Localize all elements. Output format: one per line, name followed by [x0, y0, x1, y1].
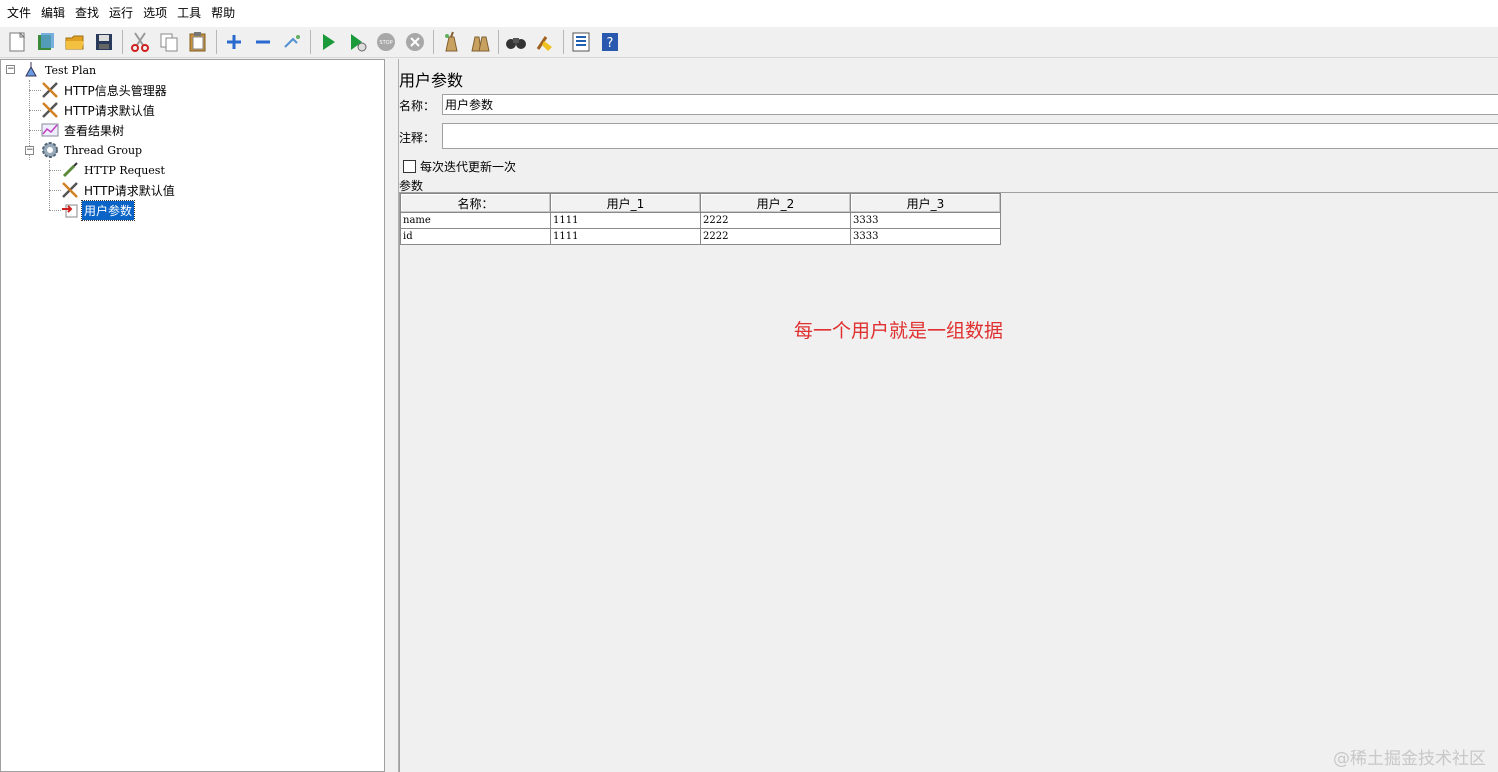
tree-item-label: 查看结果树 [64, 123, 125, 138]
menu-help[interactable]: 帮助 [206, 0, 240, 27]
table-row: name 1111 2222 3333 [400, 212, 1001, 229]
clear-icon[interactable] [438, 29, 464, 55]
toolbar-separator [563, 30, 564, 54]
menu-bar: 文件 编辑 查找 运行 选项 工具 帮助 [0, 0, 1498, 27]
collapse-icon[interactable] [250, 29, 276, 55]
expand-toggle-test-plan[interactable]: − [6, 65, 15, 74]
annotation-text: 每一个用户就是一组数据 [794, 320, 1004, 342]
table-cell[interactable]: 1111 [550, 212, 701, 229]
paste-icon[interactable] [185, 29, 211, 55]
gear-icon [40, 140, 60, 160]
panel-splitter[interactable] [385, 59, 398, 772]
wrench-icon [40, 100, 60, 120]
table-cell[interactable]: id [400, 228, 551, 245]
toolbar-separator [310, 30, 311, 54]
menu-options[interactable]: 选项 [138, 0, 172, 27]
start-icon[interactable] [315, 29, 341, 55]
comment-field[interactable] [442, 123, 1498, 149]
user-parameters-panel: 用户参数 名称： 用户参数 注释： 每次迭代更新一次 参数 名称： 用户_1 用… [399, 59, 1498, 772]
comment-label: 注释： [399, 131, 436, 145]
column-header[interactable]: 名称： [400, 193, 551, 213]
tree-item-label: HTTP信息头管理器 [64, 83, 167, 98]
tree-item-label: HTTP请求默认值 [64, 103, 155, 118]
reset-search-icon[interactable] [532, 29, 558, 55]
name-label: 名称： [399, 99, 436, 113]
menu-run[interactable]: 运行 [104, 0, 138, 27]
test-plan-icon [21, 60, 41, 80]
wrench-icon [40, 80, 60, 100]
toolbar: STOP ? [0, 27, 1498, 58]
copy-icon[interactable] [156, 29, 182, 55]
cut-icon[interactable] [127, 29, 153, 55]
tree-item-user-parameters[interactable]: 用户参数 [60, 199, 136, 221]
name-field[interactable]: 用户参数 [442, 94, 1498, 115]
templates-icon[interactable] [33, 29, 59, 55]
toolbar-separator [498, 30, 499, 54]
stop-icon[interactable]: STOP [373, 29, 399, 55]
update-once-per-iteration-label: 每次迭代更新一次 [420, 160, 517, 174]
tree-item-label: HTTP Request [84, 163, 165, 177]
menu-search[interactable]: 查找 [70, 0, 104, 27]
new-icon[interactable] [4, 29, 30, 55]
tree-item-label: Thread Group [64, 143, 143, 157]
table-cell[interactable]: 3333 [850, 228, 1001, 245]
shutdown-icon[interactable] [402, 29, 428, 55]
start-no-pause-icon[interactable] [344, 29, 370, 55]
search-icon[interactable] [503, 29, 529, 55]
table-row: id 1111 2222 3333 [400, 228, 1001, 245]
preprocessor-icon [60, 200, 80, 220]
column-header[interactable]: 用户_3 [850, 193, 1001, 213]
tree-connector [49, 160, 50, 210]
tree-item-http-request-defaults-2[interactable]: HTTP请求默认值 [60, 180, 177, 200]
svg-text:STOP: STOP [379, 40, 392, 46]
tree-item-test-plan[interactable]: Test Plan [21, 60, 98, 80]
tree-item-view-results-tree[interactable]: 查看结果树 [40, 120, 126, 140]
tree-item-label: HTTP请求默认值 [84, 183, 175, 198]
update-once-per-iteration-checkbox[interactable] [403, 160, 416, 173]
toggle-icon[interactable] [279, 29, 305, 55]
function-helper-icon[interactable] [568, 29, 594, 55]
parameters-table-area: 名称： 用户_1 用户_2 用户_3 name 1111 2222 3333 i… [399, 193, 1498, 772]
column-header[interactable]: 用户_2 [700, 193, 851, 213]
tree-item-http-header-manager[interactable]: HTTP信息头管理器 [40, 80, 169, 100]
expand-toggle-thread-group[interactable]: − [25, 146, 34, 155]
tree-item-http-request[interactable]: HTTP Request [60, 160, 167, 180]
save-icon[interactable] [91, 29, 117, 55]
expand-icon[interactable] [221, 29, 247, 55]
sampler-pipette-icon [60, 160, 80, 180]
tree-item-http-request-defaults[interactable]: HTTP请求默认值 [40, 100, 157, 120]
parameters-table: 名称： 用户_1 用户_2 用户_3 name 1111 2222 3333 i… [400, 193, 1001, 245]
table-header-row: 名称： 用户_1 用户_2 用户_3 [400, 193, 1001, 213]
svg-text:?: ? [607, 36, 614, 51]
panel-title: 用户参数 [399, 71, 464, 90]
table-cell[interactable]: name [400, 212, 551, 229]
toolbar-separator [216, 30, 217, 54]
toolbar-separator [433, 30, 434, 54]
tree-item-label: Test Plan [45, 63, 97, 77]
table-cell[interactable]: 2222 [700, 228, 851, 245]
clear-all-icon[interactable] [467, 29, 493, 55]
menu-file[interactable]: 文件 [2, 0, 36, 27]
table-cell[interactable]: 3333 [850, 212, 1001, 229]
wrench-icon [60, 180, 80, 200]
listener-graph-icon [40, 120, 60, 140]
open-icon[interactable] [62, 29, 88, 55]
toolbar-separator [122, 30, 123, 54]
help-icon[interactable]: ? [597, 29, 623, 55]
update-once-per-iteration[interactable]: 每次迭代更新一次 [403, 158, 516, 175]
menu-edit[interactable]: 编辑 [36, 0, 70, 27]
column-header[interactable]: 用户_1 [550, 193, 701, 213]
tree-item-thread-group[interactable]: Thread Group [40, 140, 144, 160]
watermark: @稀土掘金技术社区 [1333, 749, 1486, 769]
tree-item-label: 用户参数 [80, 199, 136, 221]
menu-tools[interactable]: 工具 [172, 0, 206, 27]
table-cell[interactable]: 2222 [700, 212, 851, 229]
table-cell[interactable]: 1111 [550, 228, 701, 245]
test-plan-tree: − − Test Plan HTTP信息头管理器 HTTP请求默认值 查看结果树… [0, 59, 385, 772]
